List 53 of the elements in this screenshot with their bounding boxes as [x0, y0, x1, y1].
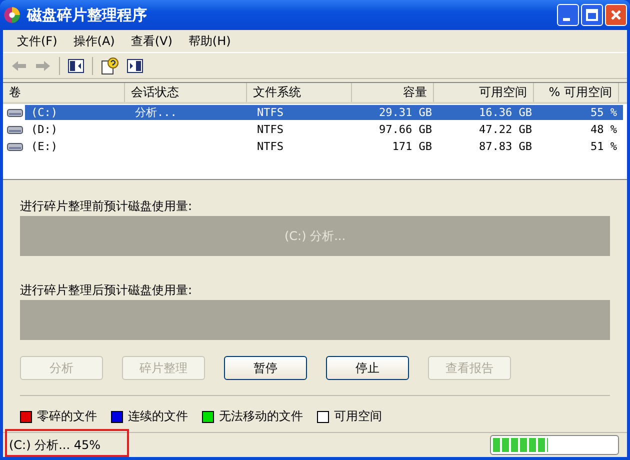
table-cell: (E:) [31, 140, 58, 153]
table-cell: (C:) [31, 106, 58, 119]
column-header[interactable]: 文件系统 [247, 83, 352, 102]
column-header[interactable]: % 可用空间 [534, 83, 619, 102]
list-row[interactable]: (E:) NTFS 171 GB 87.83 GB 51 % [25, 139, 623, 154]
legend-label: 无法移动的文件 [219, 408, 303, 425]
table-cell: NTFS [257, 123, 284, 136]
table-cell: 51 % [590, 140, 617, 153]
legend-label: 零碎的文件 [37, 408, 97, 425]
legend-label: 连续的文件 [128, 408, 188, 425]
panel-icon[interactable] [68, 58, 84, 72]
list-row[interactable]: (D:) NTFS 97.66 GB 47.22 GB 48 % [25, 122, 623, 137]
table-cell: 分析... [135, 105, 177, 120]
status-text: (C:) 分析... 45% [9, 438, 101, 452]
menu-item[interactable]: 文件(F) [9, 32, 66, 50]
defrag-icon [3, 6, 21, 24]
column-header[interactable]: 卷 [3, 83, 125, 102]
menu-item[interactable]: 查看(V) [122, 32, 180, 50]
close-icon [610, 9, 622, 21]
section-label: 进行碎片整理前预计磁盘使用量: [20, 198, 194, 215]
action-button[interactable]: 停止 [326, 356, 409, 380]
table-cell: 97.66 GB [379, 123, 432, 136]
drive-icon [7, 108, 23, 118]
section-label: 进行碎片整理后预计磁盘使用量: [20, 282, 194, 299]
panel-icon[interactable] [127, 58, 143, 72]
menu-item[interactable]: 帮助(H) [180, 32, 239, 50]
table-cell: 29.31 GB [379, 106, 432, 119]
table-cell: 171 GB [392, 140, 432, 153]
close-button[interactable] [605, 4, 627, 26]
table-cell: 48 % [590, 123, 617, 136]
table-cell: 87.83 GB [479, 140, 532, 153]
drive-icon [7, 142, 23, 152]
list-row[interactable]: (C:) 分析... NTFS 29.31 GB 16.36 GB 55 % [25, 105, 623, 120]
table-cell: 16.36 GB [479, 106, 532, 119]
table-cell: 47.22 GB [479, 123, 532, 136]
minimize-button[interactable] [557, 4, 579, 26]
action-button[interactable]: 暂停 [224, 356, 307, 380]
maximize-button[interactable] [581, 4, 603, 26]
menu-item[interactable]: 操作(A) [65, 32, 123, 50]
column-header[interactable]: 容量 [352, 83, 434, 102]
map-status: (C:) 分析... [284, 228, 346, 244]
table-cell: NTFS [257, 140, 284, 153]
minimize-icon [563, 18, 570, 20]
legend-label: 可用空间 [334, 408, 382, 425]
help-icon[interactable] [101, 56, 119, 74]
column-header[interactable]: 会话状态 [125, 83, 247, 102]
maximize-icon [586, 9, 598, 21]
window-title: 磁盘碎片整理程序 [27, 6, 148, 24]
table-cell: (D:) [31, 123, 58, 136]
table-cell: 55 % [590, 106, 617, 119]
drive-icon [7, 124, 23, 134]
column-header[interactable]: 可用空间 [434, 83, 534, 102]
table-cell: NTFS [257, 106, 284, 119]
